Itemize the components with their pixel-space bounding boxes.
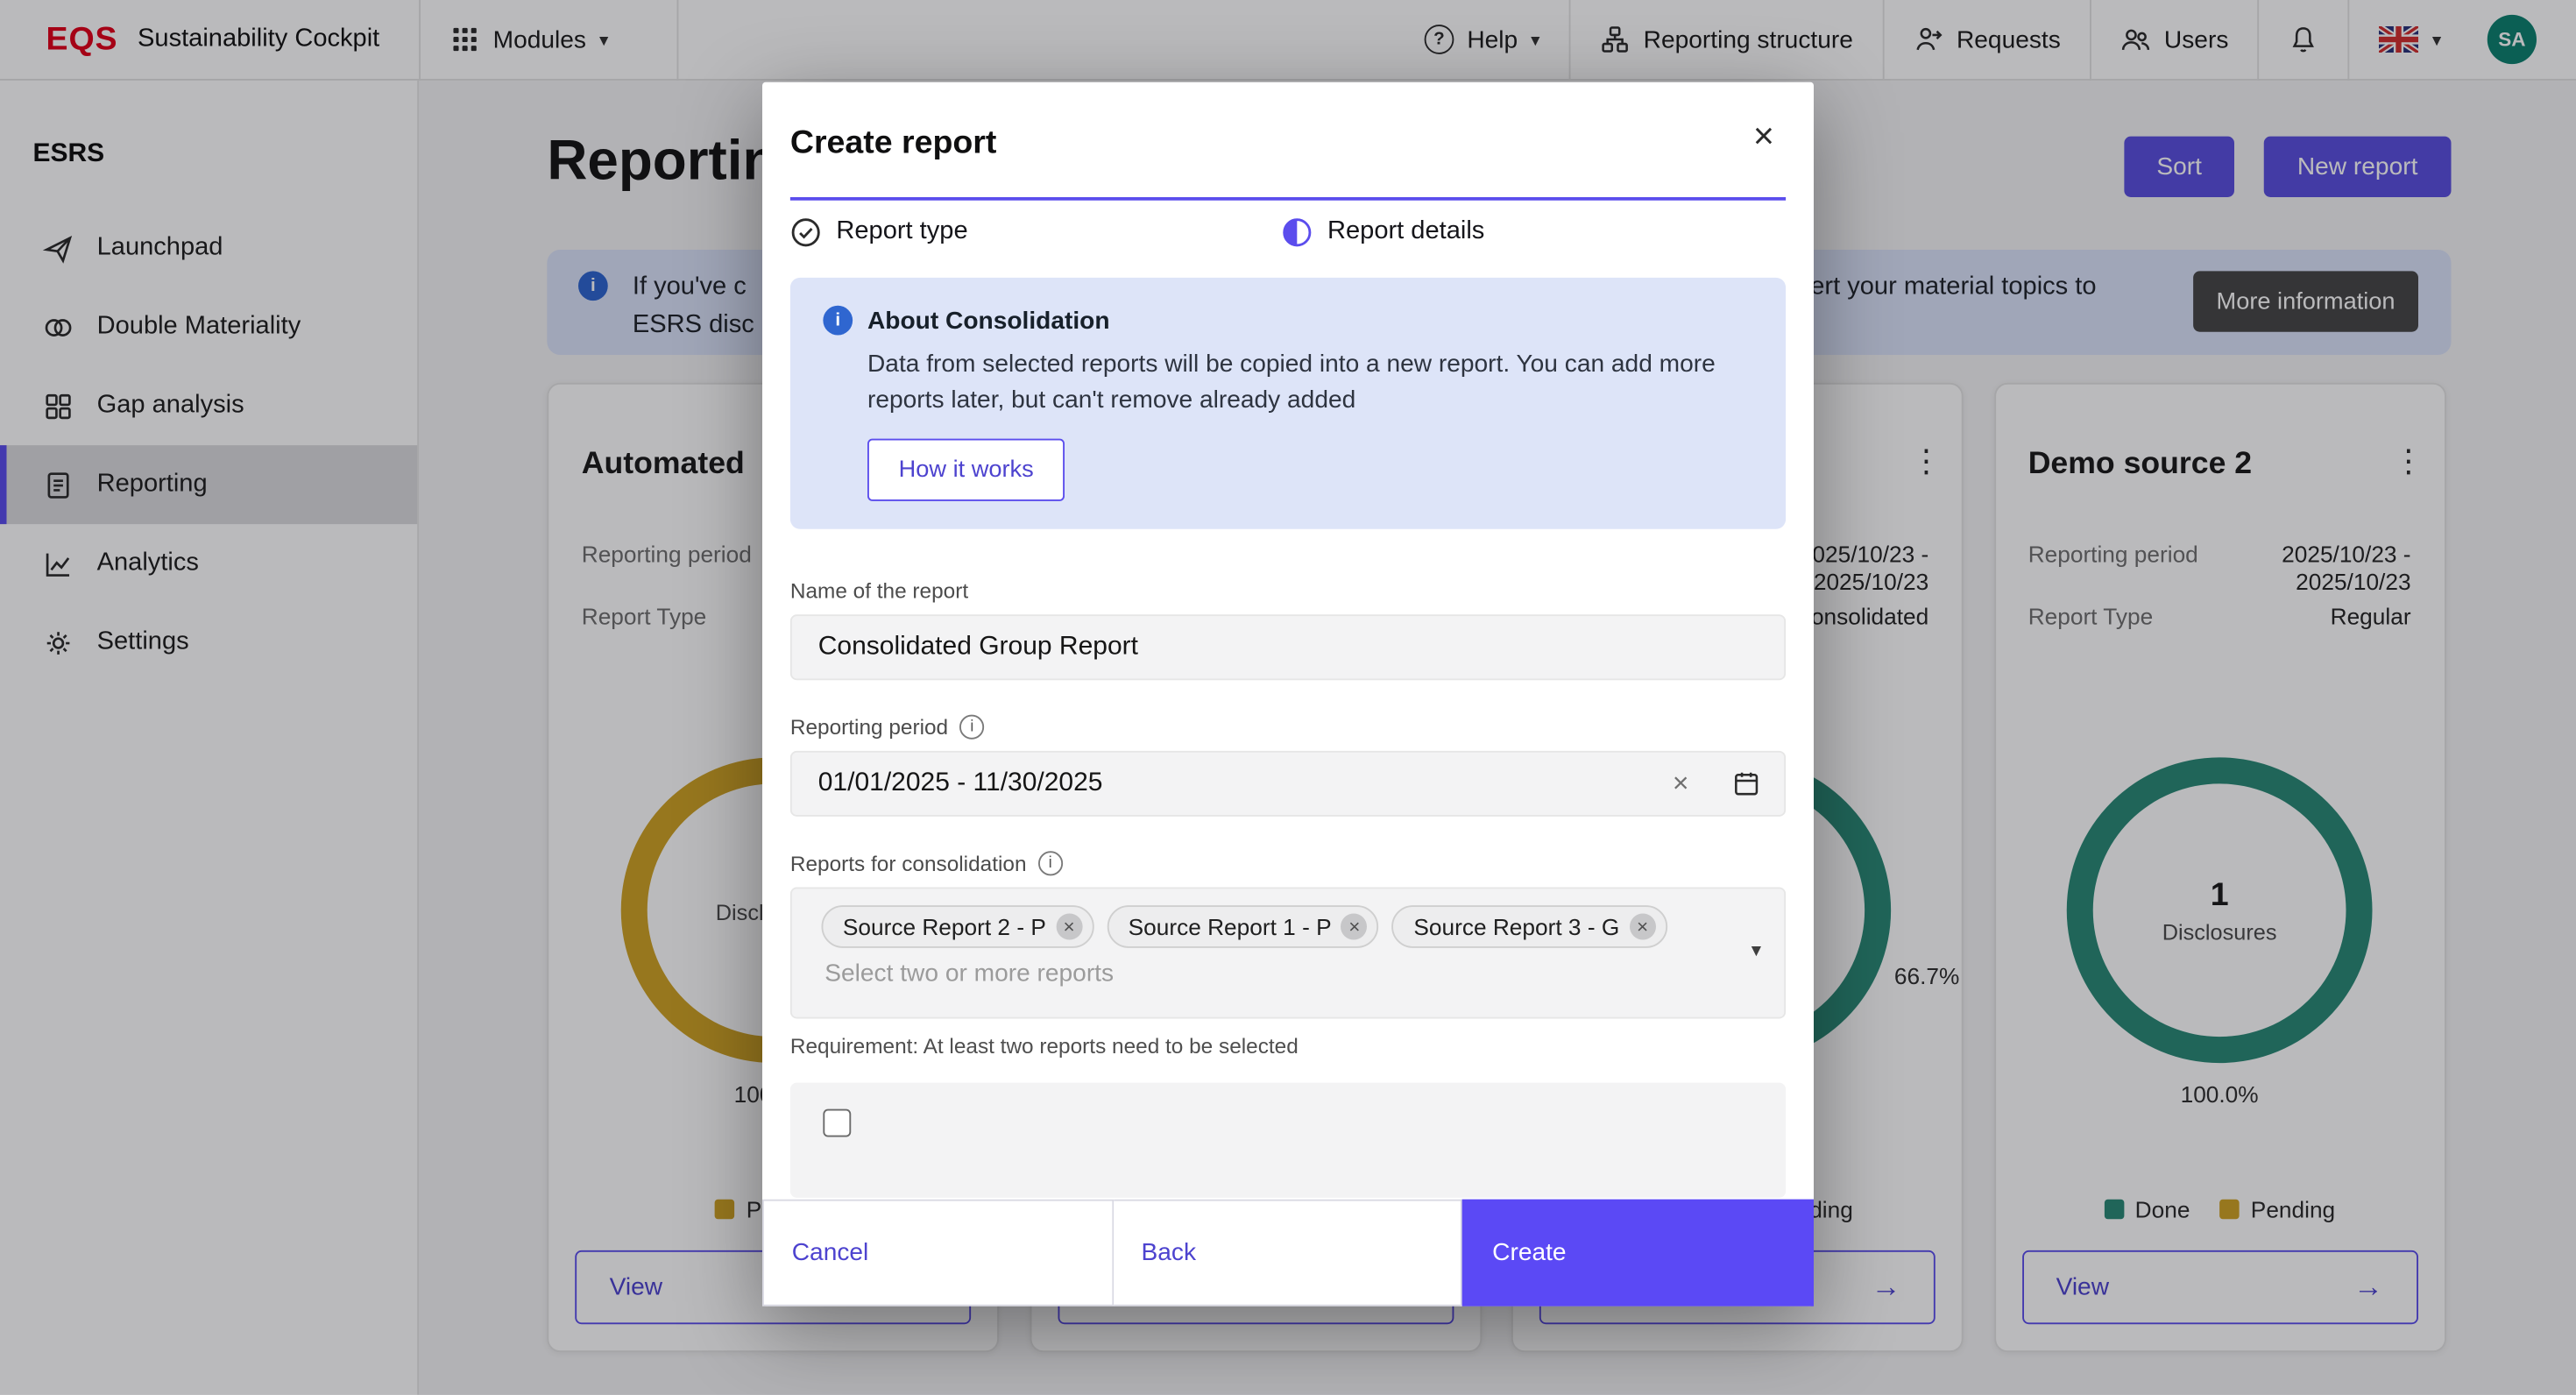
report-chip[interactable]: Source Report 3 - G × [1392, 905, 1667, 948]
cancel-button[interactable]: Cancel [762, 1200, 1114, 1306]
requirement-hint: Requirement: At least two reports need t… [790, 1033, 1786, 1058]
multiselect-placeholder: Select two or more reports [824, 960, 1114, 988]
chevron-down-icon[interactable]: ▾ [1752, 938, 1761, 961]
app-root: EQS Sustainability Cockpit Modules ▾ ? H… [0, 0, 2576, 1395]
step-report-type[interactable]: Report type [790, 216, 1282, 248]
info-icon: i [823, 306, 853, 336]
modal-header: Create report × [762, 82, 1814, 163]
reporting-period-input[interactable]: 01/01/2025 - 11/30/2025 × [790, 751, 1786, 817]
chip-label: Source Report 2 - P [843, 914, 1046, 940]
callout-body: Data from selected reports will be copie… [867, 347, 1722, 418]
reports-multiselect[interactable]: Source Report 2 - P × Source Report 1 - … [790, 888, 1786, 1019]
modal-steps: Report type Report details [762, 201, 1814, 250]
info-icon[interactable]: i [959, 715, 984, 740]
create-report-modal: Create report × Report type Report detai… [762, 82, 1814, 1306]
step-label: Report type [836, 217, 967, 247]
half-circle-icon [1282, 216, 1313, 248]
callout-title: About Consolidation [867, 307, 1110, 335]
calendar-icon[interactable] [1731, 769, 1761, 799]
modal-body: i About Consolidation Data from selected… [762, 250, 1814, 1198]
additional-option-row [790, 1083, 1786, 1198]
step-label: Report details [1327, 217, 1484, 247]
report-name-label: Name of the report [790, 578, 1786, 603]
remove-icon[interactable]: × [1056, 914, 1082, 940]
report-chip[interactable]: Source Report 2 - P × [822, 905, 1094, 948]
close-icon[interactable]: × [1753, 118, 1774, 154]
about-consolidation-callout: i About Consolidation Data from selected… [790, 278, 1786, 529]
modal-title: Create report [790, 125, 1786, 163]
back-button[interactable]: Back [1114, 1200, 1463, 1306]
clear-icon[interactable]: × [1673, 768, 1689, 801]
chip-label: Source Report 1 - P [1129, 914, 1332, 940]
modal-footer: Cancel Back Create [762, 1200, 1814, 1306]
step-report-details[interactable]: Report details [1282, 216, 1485, 248]
reporting-period-label: Reporting period i [790, 715, 1786, 740]
reporting-period-value: 01/01/2025 - 11/30/2025 [818, 769, 1673, 799]
info-icon[interactable]: i [1038, 851, 1063, 875]
chip-label: Source Report 3 - G [1413, 914, 1619, 940]
create-button[interactable]: Create [1462, 1200, 1814, 1306]
remove-icon[interactable]: × [1630, 914, 1656, 940]
how-it-works-button[interactable]: How it works [867, 439, 1065, 501]
reports-for-consolidation-label: Reports for consolidation i [790, 851, 1786, 875]
remove-icon[interactable]: × [1341, 914, 1368, 940]
report-chip[interactable]: Source Report 1 - P × [1107, 905, 1379, 948]
checkbox[interactable] [823, 1109, 851, 1137]
report-name-input[interactable]: Consolidated Group Report [790, 614, 1786, 680]
check-circle-icon [790, 216, 822, 248]
report-name-value: Consolidated Group Report [818, 633, 1761, 662]
